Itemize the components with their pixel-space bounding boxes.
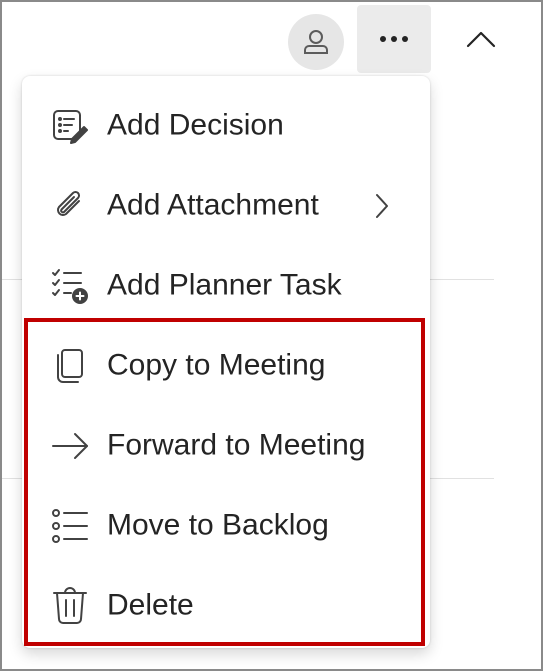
highlight-annotation <box>24 318 425 646</box>
chevron-right-icon <box>370 190 394 222</box>
decision-icon <box>50 106 90 146</box>
menu-item-add-decision[interactable]: Add Decision <box>22 86 430 166</box>
menu-item-label: Add Attachment <box>107 188 319 222</box>
menu-item-label: Add Planner Task <box>107 268 342 302</box>
menu-item-add-attachment[interactable]: Add Attachment <box>22 166 430 246</box>
person-icon <box>301 27 331 57</box>
avatar-button[interactable] <box>288 14 344 70</box>
menu-item-label: Add Decision <box>107 108 284 142</box>
menu-item-add-planner-task[interactable]: Add Planner Task <box>22 246 430 326</box>
chevron-up-icon <box>466 30 496 48</box>
planner-task-add-icon <box>50 266 90 306</box>
attach-icon <box>50 186 90 226</box>
more-options-button[interactable] <box>357 5 431 73</box>
more-horizontal-icon <box>379 35 409 43</box>
collapse-button[interactable] <box>454 14 508 64</box>
